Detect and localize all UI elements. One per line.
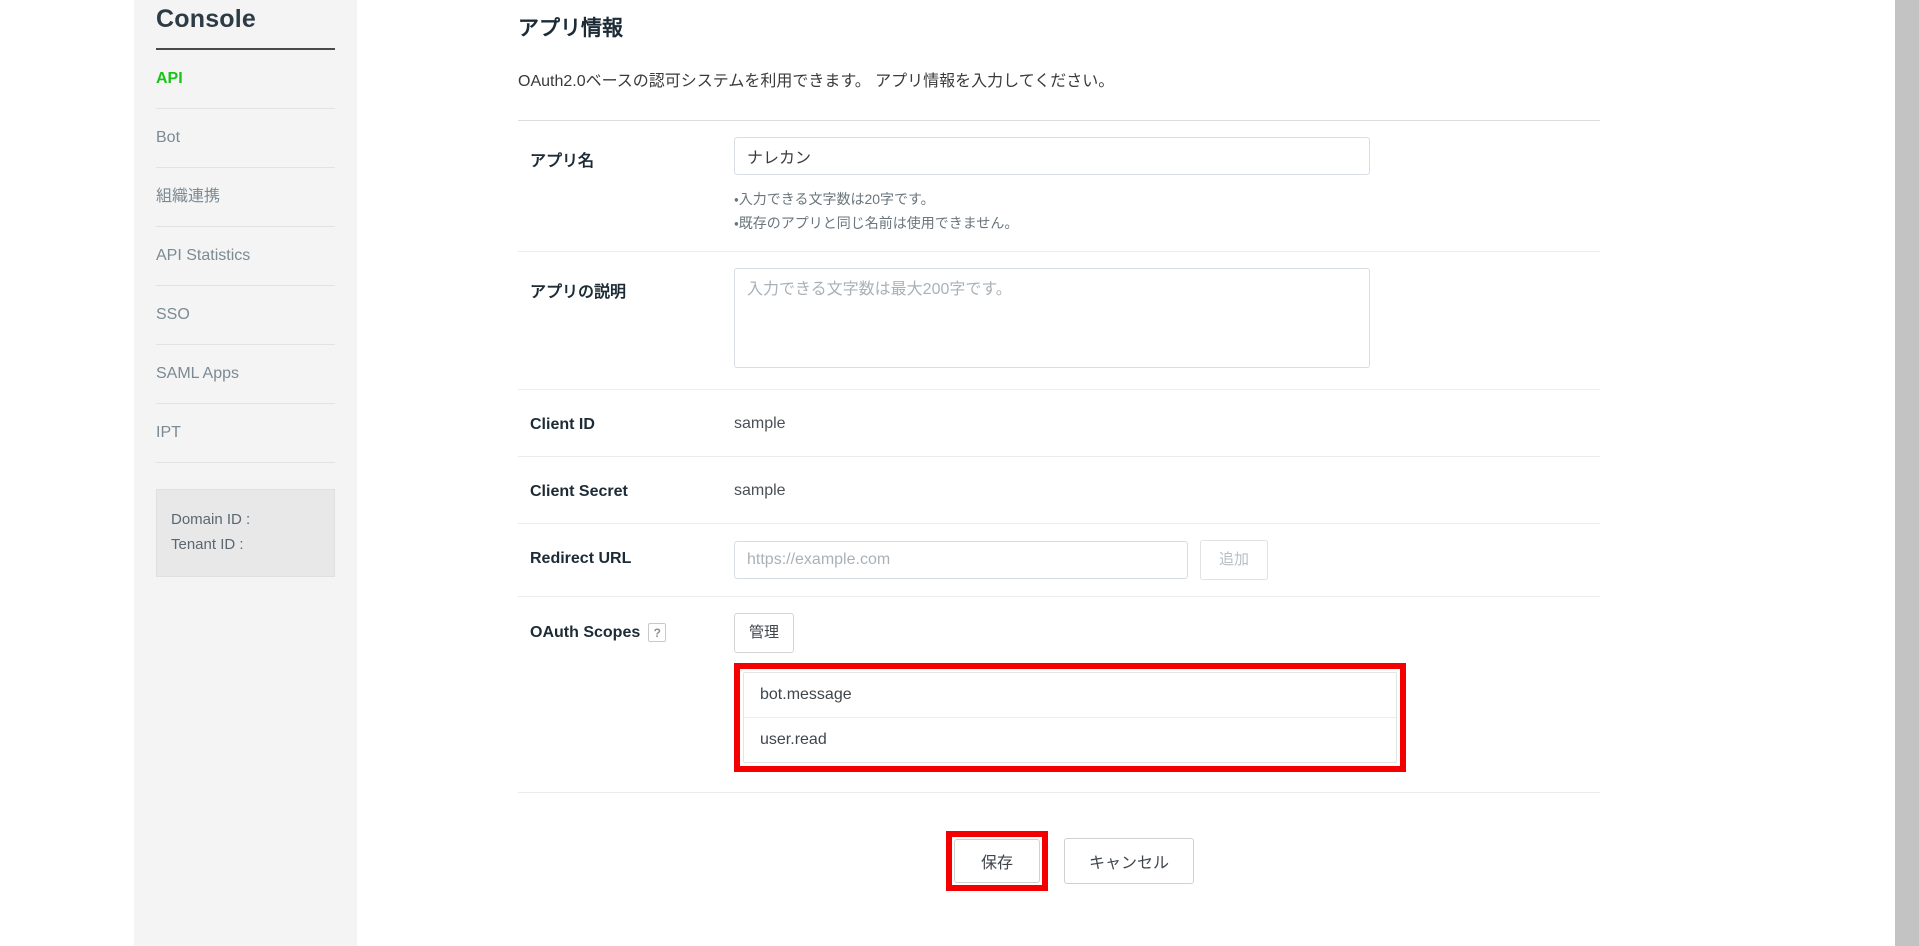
sidebar-item-label: API (156, 70, 183, 87)
page-root: Console API Bot 組織連携 API Statistics SSO … (0, 0, 1919, 946)
list-item[interactable]: user.read (744, 718, 1396, 762)
sidebar-item-bot[interactable]: Bot (156, 109, 335, 168)
sidebar-item-saml-apps[interactable]: SAML Apps (156, 345, 335, 404)
redirect-url-label: Redirect URL (530, 550, 632, 567)
redirect-url-input[interactable] (734, 541, 1188, 579)
form-row-app-description: アプリの説明 (518, 252, 1600, 390)
save-button[interactable]: 保存 (953, 839, 1040, 883)
client-secret-label: Client Secret (530, 483, 628, 500)
oauth-scopes-label-text: OAuth Scopes (530, 623, 641, 641)
app-name-input[interactable] (734, 137, 1370, 175)
form-row-client-secret: Client Secret sample (518, 457, 1600, 524)
app-info-form: アプリ名 ・入力できる文字数は20字です。 ・既存のアプリと同じ名前は使用できま… (518, 120, 1600, 793)
oauth-scopes-manage-button[interactable]: 管理 (734, 613, 795, 653)
sidebar: Console API Bot 組織連携 API Statistics SSO … (134, 0, 357, 946)
main-content: アプリ情報 OAuth2.0ベースの認可システムを利用できます。 アプリ情報を入… (357, 0, 1895, 946)
form-row-oauth-scopes: OAuth Scopes ? 管理 bot.message user.read (518, 597, 1600, 793)
client-id-label: Client ID (530, 416, 595, 433)
help-icon[interactable]: ? (648, 623, 667, 642)
sidebar-item-label: IPT (156, 424, 181, 441)
page-description: OAuth2.0ベースの認可システムを利用できます。 アプリ情報を入力してくださ… (518, 73, 1115, 90)
sidebar-item-organization-link[interactable]: 組織連携 (156, 168, 335, 227)
app-description-textarea[interactable] (734, 268, 1370, 368)
sidebar-item-ipt[interactable]: IPT (156, 404, 335, 463)
oauth-scopes-list: bot.message user.read (743, 672, 1397, 763)
save-button-highlight-annotation: 保存 (945, 831, 1048, 891)
app-description-label: アプリの説明 (530, 284, 627, 301)
client-id-value: sample (734, 415, 786, 432)
oauth-scopes-label: OAuth Scopes ? (518, 597, 734, 642)
form-row-app-name: アプリ名 ・入力できる文字数は20字です。 ・既存のアプリと同じ名前は使用できま… (518, 121, 1600, 252)
oauth-scopes-highlight-annotation: bot.message user.read (734, 663, 1406, 772)
tenant-info-box: Domain ID : Tenant ID : (156, 489, 335, 577)
redirect-url-add-button[interactable]: 追加 (1200, 540, 1269, 580)
sidebar-item-api[interactable]: API (156, 50, 335, 109)
app-name-hint-2: ・既存のアプリと同じ名前は使用できません。 (734, 215, 1019, 231)
sidebar-item-label: Bot (156, 129, 181, 146)
app-name-hints: ・入力できる文字数は20字です。 ・既存のアプリと同じ名前は使用できません。 (734, 187, 1600, 235)
sidebar-item-label: 組織連携 (156, 188, 221, 205)
sidebar-item-sso[interactable]: SSO (156, 286, 335, 345)
sidebar-item-api-statistics[interactable]: API Statistics (156, 227, 335, 286)
cancel-button[interactable]: キャンセル (1064, 838, 1195, 884)
window-right-gutter (1895, 0, 1919, 946)
domain-id-label: Domain ID : (171, 511, 251, 528)
console-title: Console (156, 5, 257, 33)
list-item[interactable]: bot.message (744, 673, 1396, 718)
app-name-hint-1: ・入力できる文字数は20字です。 (734, 191, 935, 207)
form-row-redirect-url: Redirect URL 追加 (518, 524, 1600, 597)
sidebar-item-label: API Statistics (156, 247, 251, 264)
form-row-client-id: Client ID sample (518, 390, 1600, 457)
tenant-id-label: Tenant ID : (171, 536, 244, 553)
sidebar-item-label: SSO (156, 306, 190, 323)
page-title: アプリ情報 (518, 17, 623, 40)
form-actions: 保存 キャンセル (518, 831, 1600, 891)
app-name-label: アプリ名 (530, 153, 595, 170)
sidebar-item-label: SAML Apps (156, 365, 240, 382)
client-secret-value: sample (734, 482, 786, 499)
